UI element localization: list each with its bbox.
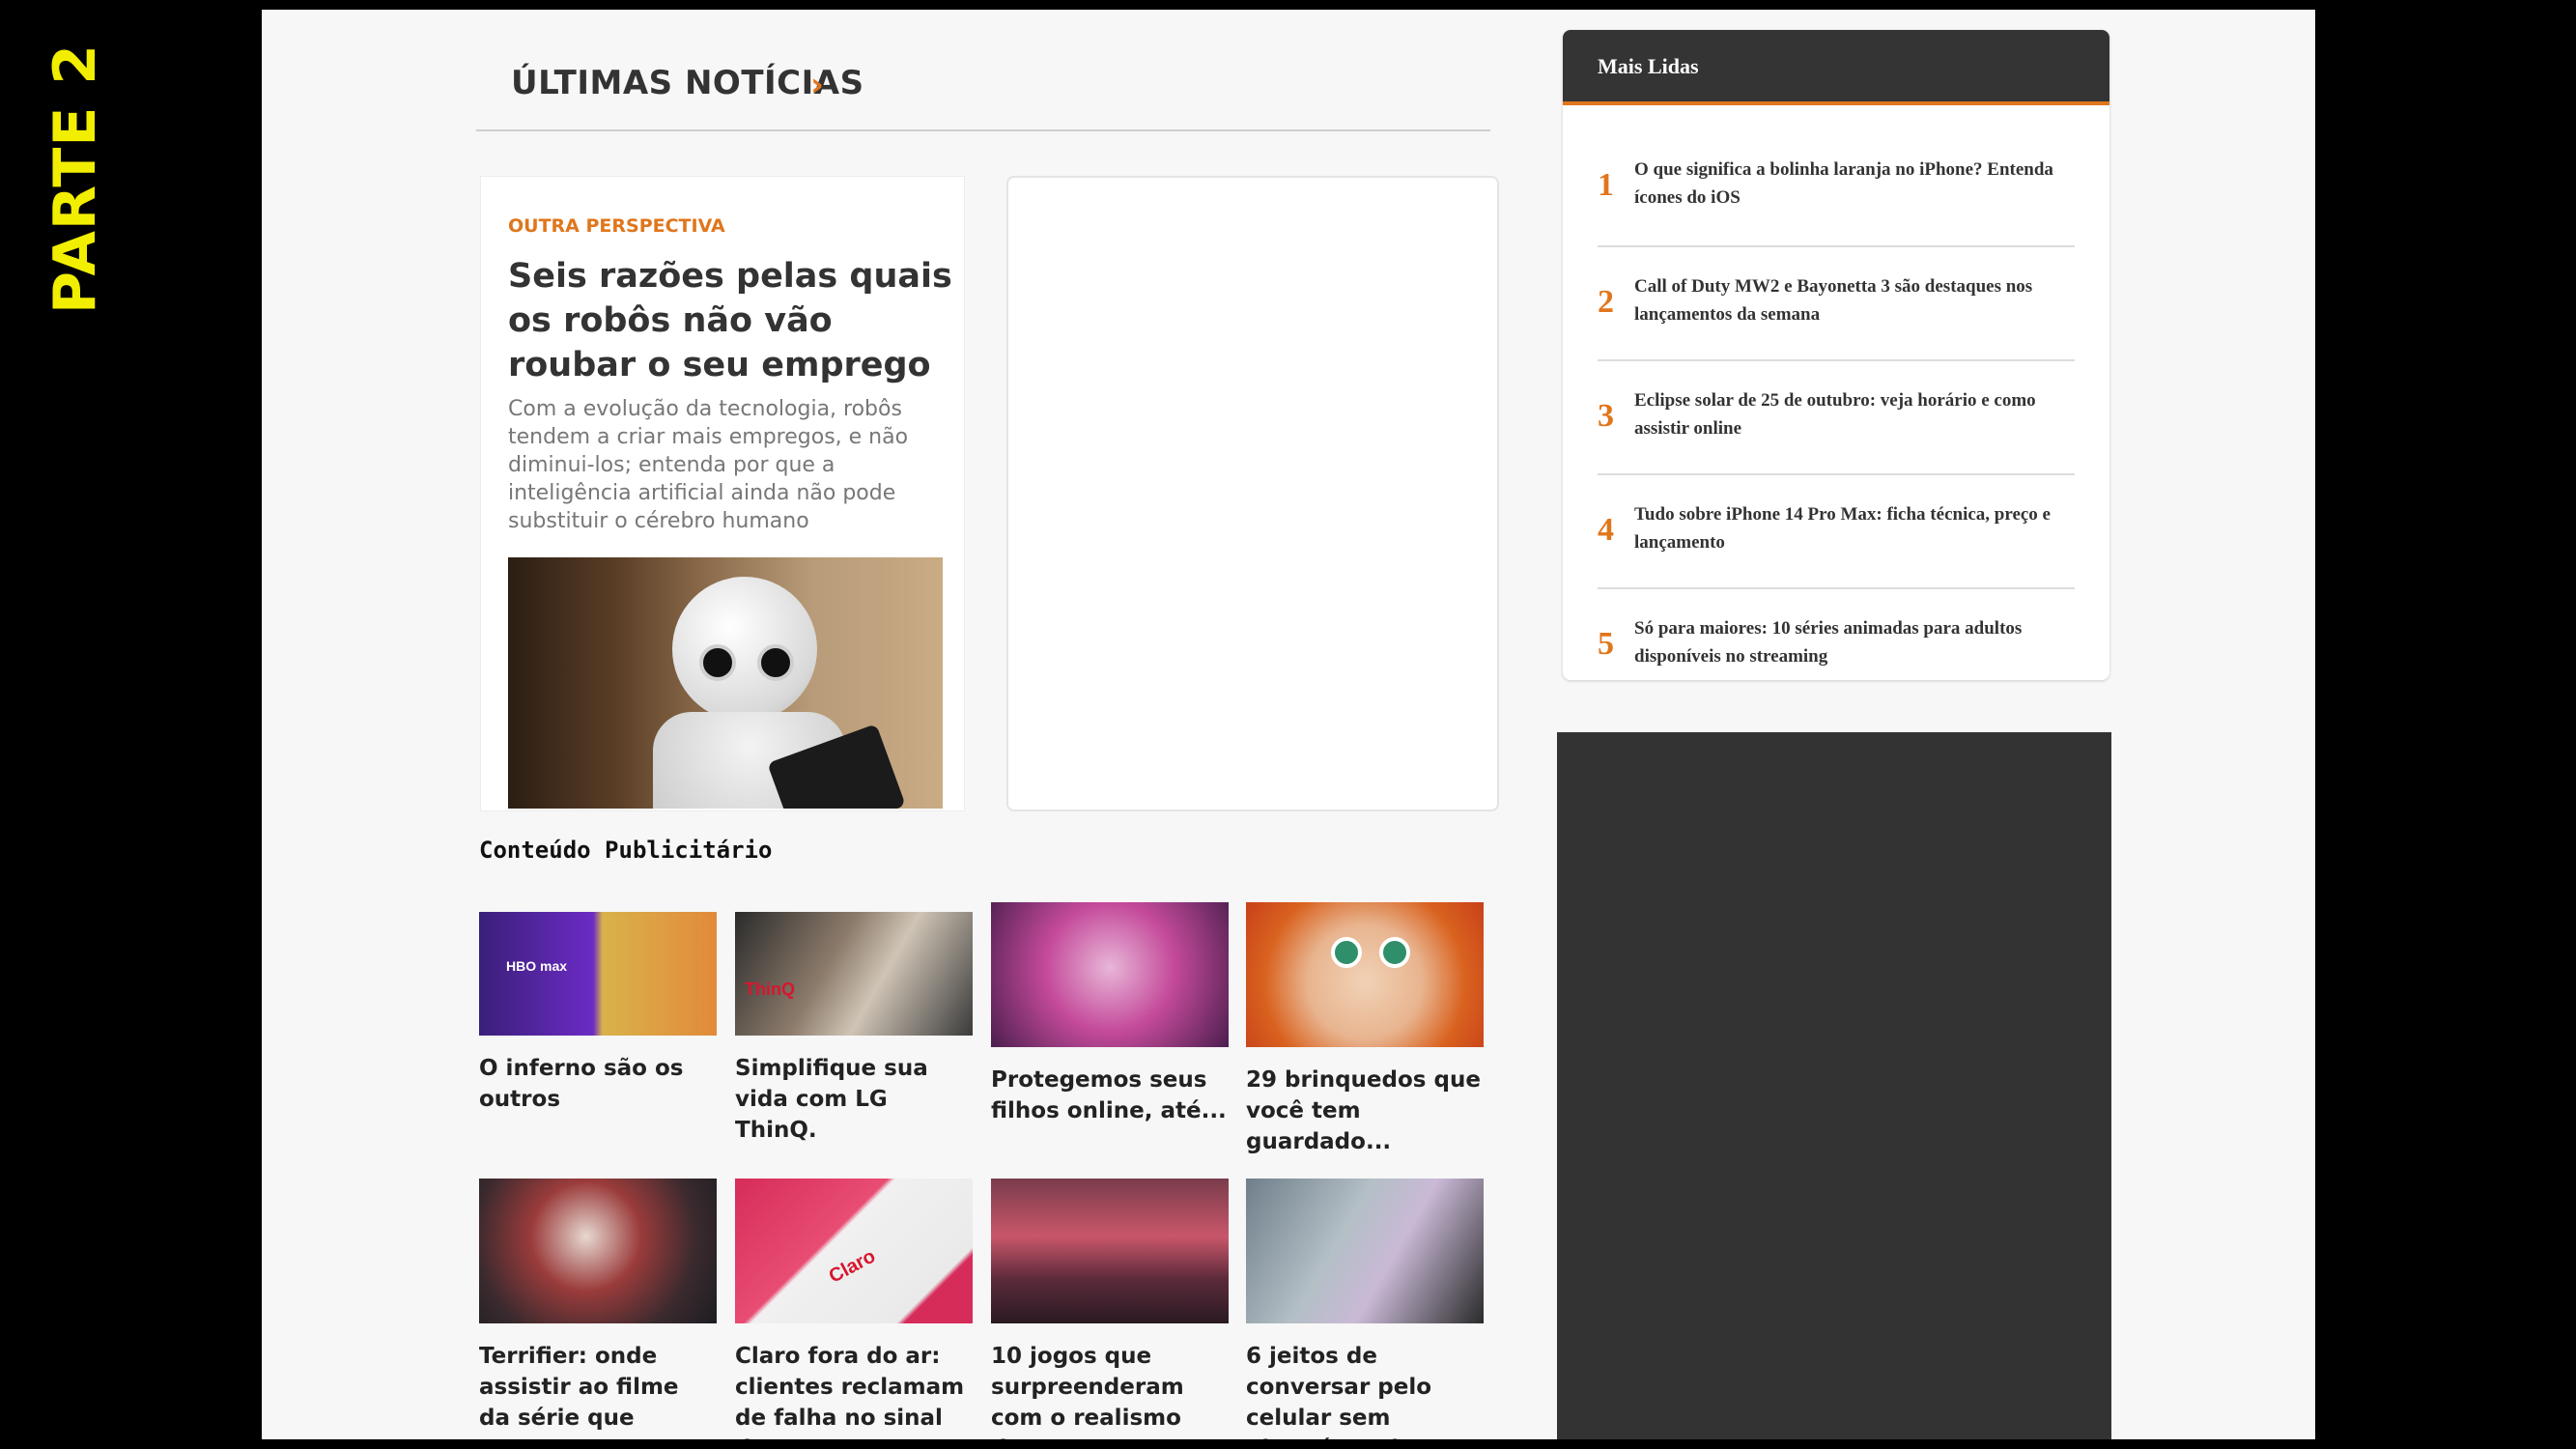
most-read-item[interactable]: 5 Só para maiores: 10 séries animadas pa… [1598, 589, 2075, 680]
side-label: PARTE 2 [42, 43, 109, 314]
sponsored-item[interactable]: 6 jeitos de conversar pelo celular sem n… [1246, 1179, 1484, 1439]
most-read-rank: 3 [1598, 398, 1614, 434]
sponsored-caption[interactable]: 29 brinquedos que você tem guardado... [1246, 1065, 1484, 1157]
sponsored-caption[interactable]: Simplifique sua vida com LG ThinQ. [735, 1053, 973, 1146]
most-read-item[interactable]: 3 Eclipse solar de 25 de outubro: veja h… [1598, 361, 2075, 475]
sponsored-thumbnail[interactable] [479, 1179, 717, 1323]
most-read-link[interactable]: Eclipse solar de 25 de outubro: veja hor… [1634, 386, 2069, 442]
sponsored-thumbnail[interactable] [1246, 902, 1484, 1047]
robot-eye [699, 644, 736, 681]
article-title[interactable]: Seis razões pelas quais os robôs não vão… [508, 254, 952, 387]
sponsored-title: Conteúdo Publicitário [479, 837, 773, 864]
most-read-rank: 1 [1598, 167, 1614, 203]
sponsored-thumbnail[interactable] [991, 902, 1229, 1047]
most-read-rank: 2 [1598, 284, 1614, 320]
sponsored-thumbnail[interactable]: HBO max [479, 912, 717, 1036]
ad-banner[interactable] [1557, 732, 2111, 1439]
featured-article-card[interactable]: OUTRA PERSPECTIVA Seis razões pelas quai… [480, 176, 965, 811]
sponsored-thumbnail[interactable] [1246, 1179, 1484, 1323]
chevron-right-icon[interactable]: › [810, 66, 824, 104]
sponsored-item[interactable]: ThinQ Simplifique sua vida com LG ThinQ. [735, 902, 973, 1146]
most-read-title: Mais Lidas [1598, 54, 1699, 78]
most-read-panel: Mais Lidas 1 O que significa a bolinha l… [1563, 30, 2109, 680]
sponsored-item[interactable]: Protegemos seus filhos online, até... [991, 902, 1229, 1126]
sponsored-caption[interactable]: 10 jogos que surpreenderam com o realism… [991, 1341, 1229, 1439]
most-read-link[interactable]: O que significa a bolinha laranja no iPh… [1634, 156, 2069, 212]
most-read-item[interactable]: 4 Tudo sobre iPhone 14 Pro Max: ficha té… [1598, 475, 2075, 589]
sponsored-thumbnail[interactable]: ThinQ [735, 912, 973, 1036]
article-image-robot[interactable] [508, 557, 943, 809]
sponsored-item[interactable]: HBO max O inferno são os outros [479, 902, 717, 1115]
sponsored-caption[interactable]: Claro fora do ar: clientes reclamam de f… [735, 1341, 973, 1439]
claro-logo: Claro [825, 1245, 880, 1288]
most-read-rank: 5 [1598, 626, 1614, 662]
thinq-logo: ThinQ [745, 980, 795, 999]
most-read-link[interactable]: Só para maiores: 10 séries animadas para… [1634, 614, 2069, 670]
most-read-link[interactable]: Tudo sobre iPhone 14 Pro Max: ficha técn… [1634, 500, 2069, 556]
article-category[interactable]: OUTRA PERSPECTIVA [508, 215, 725, 237]
page-content: ÚLTIMAS NOTÍCIAS › OUTRA PERSPECTIVA Sei… [262, 10, 2315, 1439]
latest-news-header[interactable]: ÚLTIMAS NOTÍCIAS › [476, 44, 1490, 131]
sponsored-caption[interactable]: 6 jeitos de conversar pelo celular sem n… [1246, 1341, 1484, 1439]
empty-article-card [1006, 176, 1499, 811]
robot-eye [757, 644, 794, 681]
robot-head [672, 577, 817, 722]
sponsored-thumbnail[interactable] [991, 1179, 1229, 1323]
sponsored-caption[interactable]: Terrifier: onde assistir ao filme da sér… [479, 1341, 717, 1439]
sponsored-item[interactable]: 10 jogos que surpreenderam com o realism… [991, 1179, 1229, 1439]
article-description: Com a evolução da tecnologia, robôs tend… [508, 397, 909, 533]
sponsored-item[interactable]: Terrifier: onde assistir ao filme da sér… [479, 1179, 717, 1439]
sponsored-item[interactable]: Claro Claro fora do ar: clientes reclama… [735, 1179, 973, 1439]
sponsored-caption[interactable]: O inferno são os outros [479, 1053, 717, 1115]
doll-eye [1379, 937, 1410, 968]
most-read-item[interactable]: 2 Call of Duty MW2 e Bayonetta 3 são des… [1598, 247, 2075, 361]
most-read-rank: 4 [1598, 512, 1614, 548]
hbo-max-logo: HBO max [506, 958, 568, 974]
doll-eye [1331, 937, 1362, 968]
sponsored-item[interactable]: 29 brinquedos que você tem guardado... [1246, 902, 1484, 1157]
most-read-item[interactable]: 1 O que significa a bolinha laranja no i… [1598, 130, 2075, 247]
most-read-link[interactable]: Call of Duty MW2 e Bayonetta 3 são desta… [1634, 272, 2069, 328]
sponsored-caption[interactable]: Protegemos seus filhos online, até... [991, 1065, 1229, 1126]
sponsored-thumbnail[interactable]: Claro [735, 1179, 973, 1323]
